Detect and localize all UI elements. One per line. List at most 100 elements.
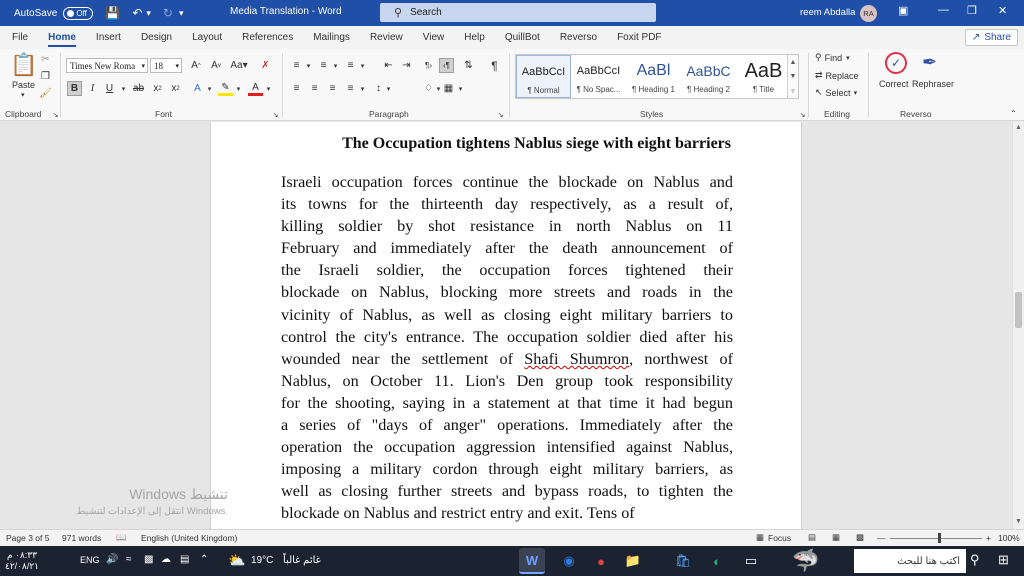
zoom-out-icon[interactable]: — [877, 533, 886, 543]
spelling-error[interactable]: Shafi Shumron [524, 350, 629, 368]
align-right-icon[interactable]: ≡ [325, 81, 340, 96]
tab-view[interactable]: View [413, 26, 455, 49]
undo-dropdown-icon[interactable]: ▾ [146, 8, 151, 19]
autosave-toggle[interactable]: Off [63, 6, 94, 20]
rephraser-button[interactable]: Rephraser [912, 79, 954, 89]
tab-reverso[interactable]: Reverso [550, 26, 607, 49]
text-line[interactable]: a series of "days of anger" operations. … [281, 414, 733, 436]
minimize-icon[interactable]: — [938, 4, 949, 16]
style-title[interactable]: AaB ¶ Title [736, 55, 791, 98]
taskbar-search[interactable]: اكتب هنا للبحث [854, 549, 966, 573]
text-line[interactable]: vicinity of Nablus, as well as closing e… [281, 304, 733, 326]
underline-button[interactable]: U [102, 81, 117, 96]
bullets-dropdown-icon[interactable]: ▾ [301, 58, 316, 73]
text-line[interactable]: killing soldier by shot resistance in no… [281, 215, 733, 237]
file-explorer-icon[interactable]: 📁 [620, 548, 646, 574]
app-icon[interactable]: ◉ [556, 548, 582, 574]
grow-font-button[interactable]: A ^ [186, 58, 206, 73]
clear-formatting-icon[interactable]: ✗ [258, 58, 273, 73]
read-mode-icon[interactable]: ▤ [808, 532, 816, 543]
save-icon[interactable]: 💾 [105, 6, 120, 20]
text-line[interactable]: the Israeli soldier, the occupation forc… [281, 259, 733, 281]
print-layout-icon[interactable]: ▦ [832, 532, 840, 543]
zoom-slider[interactable] [890, 538, 982, 539]
paste-label[interactable]: Paste [12, 80, 35, 90]
highlight-dropdown-icon[interactable]: ▾ [231, 81, 246, 96]
weather-condition[interactable]: غائم غالباً [283, 555, 321, 566]
tab-mailings[interactable]: Mailings [303, 26, 360, 49]
style-heading-2[interactable]: AaBbC ¶ Heading 2 [681, 55, 736, 98]
cut-icon[interactable]: ✂ [38, 52, 53, 67]
decrease-indent-icon[interactable]: ⇤ [381, 58, 396, 73]
scroll-thumb[interactable] [1015, 292, 1022, 328]
restore-icon[interactable]: ❐ [967, 4, 977, 17]
chevron-down-icon[interactable]: ▾ [141, 62, 145, 70]
word-app-icon[interactable]: W [519, 548, 545, 574]
superscript-button[interactable]: x2 [168, 81, 183, 96]
text-line[interactable]: its towns for the thirteenth day respect… [281, 193, 733, 215]
zoom-level[interactable]: 100% [998, 533, 1020, 543]
show-formatting-icon[interactable]: ¶ [487, 58, 502, 73]
chevron-down-icon[interactable]: ▾ [175, 62, 179, 70]
font-name-box[interactable]: Times New Roma ▾ [66, 58, 148, 73]
correct-button[interactable]: Correct [879, 79, 909, 89]
tab-references[interactable]: References [232, 26, 303, 49]
close-icon[interactable]: ✕ [998, 4, 1007, 17]
zoom-slider-thumb[interactable] [938, 533, 941, 543]
page-count[interactable]: Page 3 of 5 [6, 533, 49, 543]
italic-button[interactable]: I [85, 81, 100, 96]
sort-icon[interactable]: ⇅ [461, 58, 476, 73]
format-painter-icon[interactable]: 🖌 [38, 86, 53, 101]
text-line[interactable]: imposing a military cordon through eight… [281, 458, 733, 480]
proofing-icon[interactable]: 📖 [116, 532, 127, 543]
tab-file[interactable]: File [0, 26, 38, 49]
zoom-in-icon[interactable]: + [986, 533, 991, 543]
rtl-direction-icon[interactable]: ‹¶ [439, 58, 454, 73]
shrink-font-button[interactable]: Av [207, 58, 225, 73]
battery-icon[interactable]: ▩ [144, 554, 153, 565]
text-line[interactable]: well as closing further streets and bypa… [281, 480, 733, 502]
autosave[interactable]: AutoSave Off [14, 6, 94, 20]
text-line[interactable]: February and immediately after the death… [281, 237, 733, 259]
web-layout-icon[interactable]: ▩ [856, 532, 864, 543]
app-icon[interactable]: ● [588, 548, 614, 574]
change-case-button[interactable]: Aa▾ [227, 58, 251, 73]
text-effects-dropdown-icon[interactable]: ▾ [202, 81, 217, 96]
more-styles-icon[interactable]: ▿ [791, 87, 795, 95]
chevron-up-icon[interactable]: ▲ [790, 59, 797, 66]
document-body[interactable]: Israeli occupation forces continue the b… [281, 171, 733, 525]
language-label[interactable]: English (United Kingdom) [141, 533, 237, 543]
store-icon[interactable]: 🛍 [670, 548, 696, 574]
user-name[interactable]: reem Abdalla [800, 7, 855, 18]
align-left-icon[interactable]: ≡ [289, 81, 304, 96]
tab-insert[interactable]: Insert [86, 26, 131, 49]
search-icon[interactable]: ⚲ [970, 552, 980, 568]
security-icon[interactable]: ▤ [180, 554, 189, 565]
text-line[interactable]: control the city's entrance. The occupat… [281, 326, 733, 348]
chevron-up-icon[interactable]: ⌃ [200, 554, 208, 565]
strikethrough-button[interactable]: ab [131, 81, 146, 96]
text-line[interactable]: blockade on Nablus, blocking more street… [281, 281, 733, 303]
clock[interactable]: ٠٨:٣٣ م ٤٢/٠٨/٢١ [2, 550, 42, 572]
document-heading[interactable]: The Occupation tightens Nablus siege wit… [295, 135, 731, 153]
style-no-spacing[interactable]: AaBbCcI ¶ No Spac... [571, 55, 626, 98]
customize-toolbar-icon[interactable]: ▾ [179, 8, 184, 19]
borders-dropdown-icon[interactable]: ▾ [453, 81, 468, 96]
tab-quillbot[interactable]: QuillBot [495, 26, 550, 49]
word-count[interactable]: 971 words [62, 533, 101, 543]
scroll-down-icon[interactable]: ▼ [1015, 518, 1022, 525]
onedrive-icon[interactable]: ☁ [161, 554, 171, 565]
vertical-scrollbar[interactable]: ▲ ▼ [1012, 122, 1024, 529]
tab-review[interactable]: Review [360, 26, 413, 49]
font-size-box[interactable]: 18 ▾ [150, 58, 182, 73]
rephraser-icon[interactable]: ✒ [922, 52, 937, 73]
weather-icon[interactable]: ⛅ [228, 552, 245, 569]
focus-icon[interactable]: ▦ [756, 532, 764, 543]
search-box[interactable]: ⚲ Search [380, 3, 656, 22]
task-view-icon[interactable]: ▭ [738, 548, 764, 574]
align-center-icon[interactable]: ≡ [307, 81, 322, 96]
scroll-up-icon[interactable]: ▲ [1015, 124, 1022, 131]
find-button[interactable]: ⚲ Find ▾ [815, 52, 850, 63]
tab-foxit-pdf[interactable]: Foxit PDF [607, 26, 671, 49]
volume-icon[interactable]: 🔊 [106, 554, 118, 565]
